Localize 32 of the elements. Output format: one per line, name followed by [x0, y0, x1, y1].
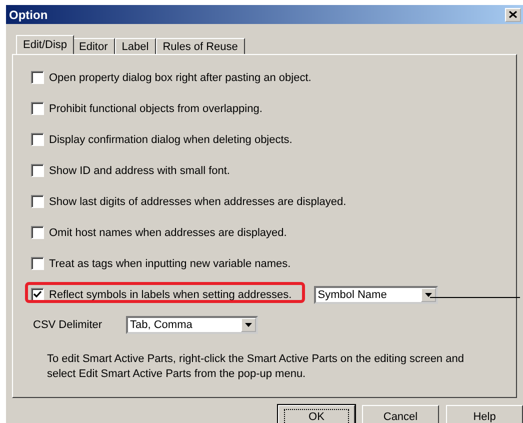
checkbox[interactable] [31, 195, 44, 208]
option-label: Prohibit functional objects from overlapping. [49, 102, 262, 114]
option-label: Open property dialog box right after pasting an object. [49, 72, 312, 84]
option-label: Show ID and address with small font. [49, 164, 230, 176]
option-label: Reflect symbols in labels when setting addresses. [49, 288, 292, 300]
option-label: Omit host names when addresses are displayed. [49, 226, 287, 238]
checkbox[interactable] [31, 102, 44, 115]
tab[interactable]: Rules of Reuse [156, 38, 245, 54]
dialog-button[interactable]: OK [278, 405, 355, 423]
checkbox[interactable] [31, 257, 44, 270]
tab[interactable]: Label [114, 38, 156, 54]
option-label: Show last digits of addresses when addresses are displayed. [49, 196, 346, 208]
dialog-button[interactable]: Help [446, 405, 523, 423]
dropdown[interactable]: Tab, Comma [126, 316, 258, 334]
close-button[interactable] [505, 8, 521, 22]
option-label: Treat as tags when inputting new variable names. [49, 258, 291, 270]
checkbox[interactable] [31, 164, 44, 177]
info-text: To edit Smart Active Parts, right-click the Smart Active Parts on the editing screen and select Edit Smart Active Parts from the pop-up menu. [47, 352, 465, 382]
checkbox[interactable] [31, 288, 44, 301]
window-title: Option [9, 8, 48, 22]
dialog-button[interactable]: Cancel [362, 405, 439, 423]
tab[interactable]: Edit/Disp [16, 35, 74, 54]
close-icon [509, 11, 517, 18]
dropdown-arrow-icon [424, 292, 432, 296]
dropdown-arrow-icon [245, 323, 252, 327]
tab[interactable]: Editor [72, 38, 115, 54]
option-label: Display confirmation dialog when deleting objects. [49, 134, 292, 146]
checkbox[interactable] [31, 71, 44, 84]
field-label: CSV Delimiter [33, 319, 104, 331]
checkbox[interactable] [31, 226, 44, 239]
dropdown[interactable]: Symbol Name [314, 286, 438, 304]
checkbox[interactable] [31, 133, 44, 146]
